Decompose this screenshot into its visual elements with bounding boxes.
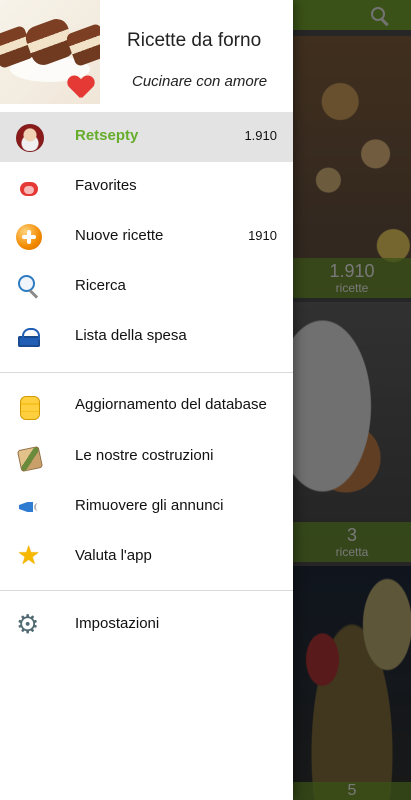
menu-item-label: Ricerca <box>75 277 126 294</box>
gear-icon <box>16 611 42 638</box>
chef-avatar-icon <box>16 124 44 152</box>
heart-icon <box>16 174 42 200</box>
menu-item-new-recipes[interactable]: Nuove ricette 1910 <box>0 212 293 262</box>
menu-item-label: Rimuovere gli annunci <box>75 497 224 514</box>
menu-item-label: Favorites <box>75 177 137 194</box>
menu-item-label: Nuove ricette <box>75 227 164 244</box>
plus-circle-icon <box>16 224 42 250</box>
menu-item-label: Lista della spesa <box>75 327 187 344</box>
menu-item-remove-ads[interactable]: Rimuovere gli annunci <box>0 482 293 532</box>
header-image <box>0 0 100 104</box>
menu-divider <box>0 372 293 373</box>
menu-item-retsepty[interactable]: Retsepty 1.910 <box>0 112 293 162</box>
heart-logo-icon <box>68 76 94 98</box>
menu-item-favorites[interactable]: Favorites <box>0 162 293 212</box>
megaphone-icon <box>16 494 42 520</box>
menu-item-count: 1.910 <box>244 128 277 143</box>
menu-item-label: Impostazioni <box>75 615 160 632</box>
menu-item-label: Aggiornamento del database <box>75 396 267 413</box>
app-subtitle: Cucinare con amore <box>132 73 268 90</box>
drawer-header: Ricette da forno Cucinare con amore <box>0 0 293 105</box>
menu-item-label: Le nostre costruzioni <box>75 447 214 464</box>
menu-item-database-update[interactable]: Aggiornamento del database <box>0 381 293 431</box>
menu-item-our-builds[interactable]: Le nostre costruzioni <box>0 432 293 482</box>
builds-icon <box>16 444 42 470</box>
drawer-scrim[interactable] <box>293 0 411 800</box>
menu-divider <box>0 590 293 591</box>
menu-item-settings[interactable]: Impostazioni <box>0 600 293 650</box>
menu-item-count: 1910 <box>248 228 277 243</box>
menu-item-search[interactable]: Ricerca <box>0 262 293 312</box>
menu-item-label: Valuta l'app <box>75 547 152 564</box>
menu-item-shopping-list[interactable]: Lista della spesa <box>0 312 293 362</box>
app-title: Ricette da forno <box>127 30 262 51</box>
menu-item-rate-app[interactable]: Valuta l'app <box>0 532 293 582</box>
shopping-basket-icon <box>16 324 42 350</box>
menu-item-label: Retsepty <box>75 127 139 144</box>
navigation-drawer: Ricette da forno Cucinare con amore Rets… <box>0 0 293 800</box>
star-icon <box>16 542 42 570</box>
search-icon <box>16 274 42 300</box>
database-icon <box>16 393 42 420</box>
